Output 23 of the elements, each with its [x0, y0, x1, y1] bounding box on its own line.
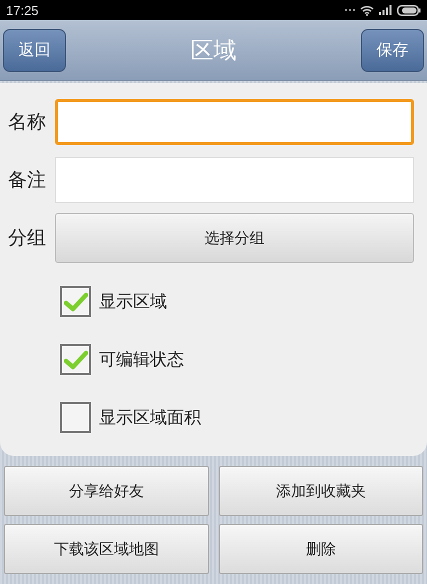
back-button[interactable]: 返回	[3, 28, 66, 72]
action-button[interactable]: 添加到收藏夹	[218, 466, 423, 516]
action-button[interactable]: 删除	[218, 524, 423, 574]
action-button[interactable]: 分享给好友	[4, 466, 208, 516]
save-button[interactable]: 保存	[361, 28, 424, 72]
action-button[interactable]: 下载该区域地图	[4, 524, 208, 574]
checkbox[interactable]	[60, 402, 91, 433]
checkbox-label: 显示区域	[99, 291, 167, 313]
checkbox[interactable]	[60, 286, 91, 317]
checkbox[interactable]	[60, 344, 91, 375]
checkbox-label: 显示区域面积	[99, 407, 201, 429]
text-field[interactable]	[55, 157, 414, 203]
signal-icon	[379, 5, 392, 15]
battery-icon	[397, 4, 421, 16]
wifi-icon	[360, 4, 374, 16]
field-label: 分组	[8, 226, 47, 251]
screen-title: 区域	[190, 36, 236, 66]
field-label: 备注	[8, 168, 47, 193]
field-label: 名称	[8, 110, 47, 135]
select-group-button[interactable]: 选择分组	[55, 213, 414, 263]
text-field[interactable]	[55, 99, 414, 145]
checkbox-label: 可编辑状态	[99, 349, 184, 371]
clock: 17:25	[6, 2, 39, 18]
